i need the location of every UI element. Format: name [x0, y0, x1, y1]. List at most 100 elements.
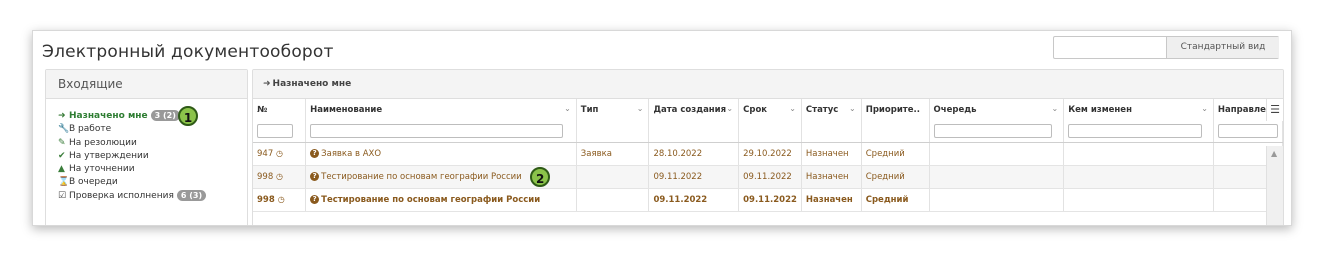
- documents-table: № Наименование ⌄ Тип ⌄ Дата создания ⌄ Срок…: [253, 99, 1283, 212]
- documents-panel: ➜ Назначено мне № Наименование ⌄ Тип ⌄ Дата…: [252, 69, 1284, 225]
- filter-cell: [576, 121, 650, 143]
- cell-due: 09.11.2022: [738, 165, 802, 189]
- cell-created: 09.11.2022: [648, 188, 740, 212]
- sidebar-item-execution-check[interactable]: ☑ Проверка исполнения 6 (3): [58, 189, 247, 203]
- column-header-queue[interactable]: Очередь ⌄: [929, 99, 1065, 121]
- cell-name[interactable]: ? Заявка в АХО: [305, 142, 577, 166]
- column-header-number[interactable]: №: [253, 99, 307, 121]
- page-title: Электронный документооборот: [42, 42, 334, 62]
- warning-icon: ▲: [58, 164, 65, 175]
- sidebar: Входящие ➜ Назначено мне 3 (2) 1 🔧В работе…: [45, 69, 248, 225]
- clock-icon: ◷: [275, 149, 283, 158]
- sign-in-icon: ➜: [58, 111, 66, 121]
- sidebar-item-label: На резолюции: [69, 137, 137, 148]
- standard-view-button[interactable]: Стандартный вид: [1166, 37, 1279, 58]
- chevron-down-icon[interactable]: ⌄: [849, 104, 856, 113]
- panel-header: ➜ Назначено мне: [253, 70, 1283, 99]
- chevron-down-icon[interactable]: ⌄: [726, 104, 733, 113]
- column-header-created[interactable]: Дата создания ⌄: [648, 99, 740, 121]
- table-row[interactable]: 998 ◷ ? Тестирование по основам географии…: [253, 165, 1283, 189]
- wrench-icon: 🔧: [58, 124, 70, 135]
- column-header-status[interactable]: Статус ⌄: [801, 99, 862, 121]
- cell-changed-by: [1063, 165, 1214, 189]
- column-header-type[interactable]: Тип ⌄: [576, 99, 650, 121]
- sidebar-item-in-work[interactable]: 🔧В работе: [58, 123, 247, 136]
- check-circle-icon: ✔: [58, 150, 66, 161]
- clock-icon: ◷: [275, 172, 283, 181]
- cell-due: 29.10.2022: [738, 142, 802, 166]
- cell-priority: Средний: [861, 165, 930, 189]
- chevron-down-icon[interactable]: ⌄: [789, 104, 796, 113]
- vertical-scrollbar[interactable]: ▲: [1266, 146, 1283, 225]
- cell-type: Заявка: [576, 142, 650, 166]
- cell-type: [576, 165, 650, 189]
- question-icon: ?: [310, 149, 320, 158]
- checkbox-icon: ☑: [58, 190, 67, 201]
- sidebar-item-clarification[interactable]: ▲ На уточнении: [58, 163, 247, 176]
- view-switcher: Стандартный вид: [1053, 36, 1279, 59]
- sidebar-item-resolution[interactable]: ✎ На резолюции: [58, 137, 247, 150]
- cell-name[interactable]: ? Тестирование по основам географии Росси…: [305, 188, 577, 212]
- sidebar-item-approval[interactable]: ✔ На утверждении: [58, 150, 247, 163]
- column-header-priority[interactable]: Приорите..: [861, 99, 930, 121]
- sidebar-item-label: Проверка исполнения: [69, 190, 174, 201]
- cell-queue: [929, 142, 1065, 166]
- cell-number[interactable]: 998 ◷: [253, 165, 307, 189]
- filter-cell: [305, 121, 577, 143]
- pen-icon: ✎: [58, 137, 66, 148]
- filter-name-input[interactable]: [310, 124, 564, 139]
- chevron-down-icon[interactable]: ⌄: [564, 104, 571, 113]
- sidebar-item-label: В очереди: [69, 177, 118, 188]
- filter-cell: [929, 121, 1065, 143]
- view-name-input[interactable]: [1054, 37, 1166, 58]
- column-header-due[interactable]: Срок ⌄: [738, 99, 802, 121]
- filter-cell: [648, 121, 740, 143]
- filter-queue-input[interactable]: [933, 124, 1052, 139]
- column-header-changed-by[interactable]: Кем изменен ⌄: [1063, 99, 1214, 121]
- chevron-down-icon[interactable]: ⌄: [637, 104, 644, 113]
- question-icon: ?: [310, 195, 320, 204]
- filter-cell: [253, 121, 307, 143]
- column-menu-button[interactable]: ☰: [1266, 99, 1283, 121]
- chevron-down-icon[interactable]: ⌄: [1052, 104, 1059, 113]
- sidebar-item-label: На уточнении: [69, 164, 135, 175]
- cell-name[interactable]: ? Тестирование по основам географии Росси…: [305, 165, 577, 189]
- scroll-up-icon[interactable]: ▲: [1271, 149, 1277, 158]
- filter-number-input[interactable]: [257, 124, 293, 139]
- table-header-row: № Наименование ⌄ Тип ⌄ Дата создания ⌄ Срок…: [253, 99, 1283, 121]
- sidebar-list: ➜ Назначено мне 3 (2) 1 🔧В работе ✎ На резо…: [46, 99, 247, 203]
- table-row[interactable]: 998 ◷ ? Тестирование по основам географии…: [253, 188, 1283, 212]
- filter-direction-input[interactable]: [1217, 124, 1278, 139]
- cell-status: Назначен: [801, 165, 862, 189]
- sidebar-item-queue[interactable]: ⌛В очереди: [58, 176, 247, 189]
- filter-cell: [738, 121, 802, 143]
- sign-in-icon: ➜: [263, 79, 271, 89]
- filter-cell: [1063, 121, 1214, 143]
- clock-icon: ◷: [277, 195, 285, 204]
- sidebar-item-label: В работе: [69, 124, 112, 135]
- sidebar-item-label: На утверждении: [69, 150, 149, 161]
- app-window: Электронный документооборот Стандартный …: [32, 30, 1292, 226]
- cell-type: [576, 188, 650, 212]
- filter-row: [253, 121, 1283, 143]
- cell-status: Назначен: [801, 188, 862, 212]
- table-row[interactable]: 947 ◷ ? Заявка в АХО Заявка 28.10.2022 29…: [253, 142, 1283, 166]
- cell-number[interactable]: 947 ◷: [253, 142, 307, 166]
- cell-queue: [929, 188, 1065, 212]
- marker-2: 2: [530, 167, 551, 187]
- cell-due: 09.11.2022: [738, 188, 802, 212]
- column-header-name[interactable]: Наименование ⌄: [305, 99, 577, 121]
- cell-created: 28.10.2022: [648, 142, 740, 166]
- filter-changed-by-input[interactable]: [1068, 124, 1203, 139]
- cell-number[interactable]: 998 ◷: [253, 188, 307, 212]
- panel-header-label: Назначено мне: [272, 79, 352, 89]
- cell-created: 09.11.2022: [648, 165, 740, 189]
- cell-priority: Средний: [861, 188, 930, 212]
- filter-cell: [861, 121, 930, 143]
- chevron-down-icon[interactable]: ⌄: [1201, 104, 1208, 113]
- sidebar-item-label: Назначено мне: [69, 111, 148, 121]
- sidebar-item-assigned[interactable]: ➜ Назначено мне 3 (2) 1: [58, 106, 247, 126]
- cell-changed-by: [1063, 142, 1214, 166]
- filter-cell: [801, 121, 862, 143]
- count-badge: 6 (3): [176, 189, 207, 201]
